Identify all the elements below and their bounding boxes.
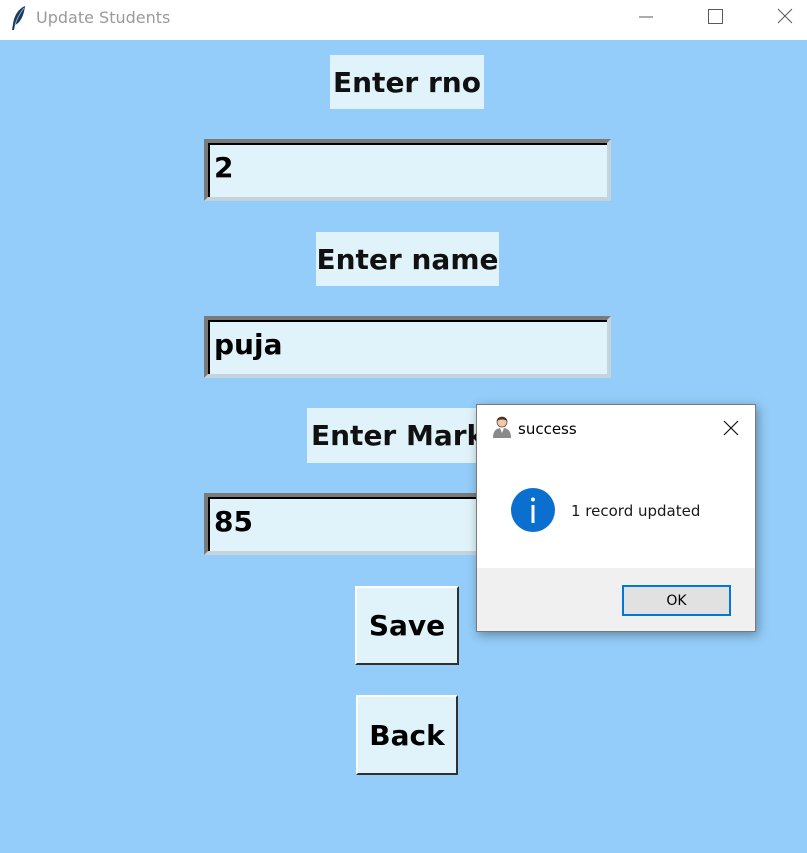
feather-icon <box>10 5 28 31</box>
dialog-message: 1 record updated <box>571 502 701 520</box>
save-button[interactable]: Save <box>355 586 459 665</box>
rno-field-value: 2 <box>214 151 234 184</box>
window-title: Update Students <box>36 8 171 27</box>
maximize-button[interactable] <box>691 0 737 34</box>
title-bar: Update Students <box>0 0 807 40</box>
success-dialog: success 1 record updated OK <box>476 404 756 632</box>
name-field[interactable]: puja <box>204 316 611 378</box>
rno-label: Enter rno <box>330 55 484 109</box>
update-students-window: Update Students Enter rno 2 Enter name p… <box>0 0 807 853</box>
dialog-close-button[interactable] <box>713 411 749 443</box>
marks-field-value: 85 <box>214 505 253 538</box>
dialog-title: success <box>518 420 577 438</box>
ok-button[interactable]: OK <box>622 585 731 616</box>
marks-label: Enter Marks <box>307 408 502 463</box>
minimize-button[interactable] <box>622 0 668 34</box>
info-icon <box>510 487 556 533</box>
user-icon <box>491 415 513 439</box>
rno-field[interactable]: 2 <box>204 139 611 201</box>
back-button[interactable]: Back <box>356 695 458 775</box>
name-field-value: puja <box>214 328 283 361</box>
name-label: Enter name <box>316 232 499 286</box>
dialog-footer: OK <box>477 568 755 631</box>
close-window-button[interactable] <box>762 0 807 34</box>
